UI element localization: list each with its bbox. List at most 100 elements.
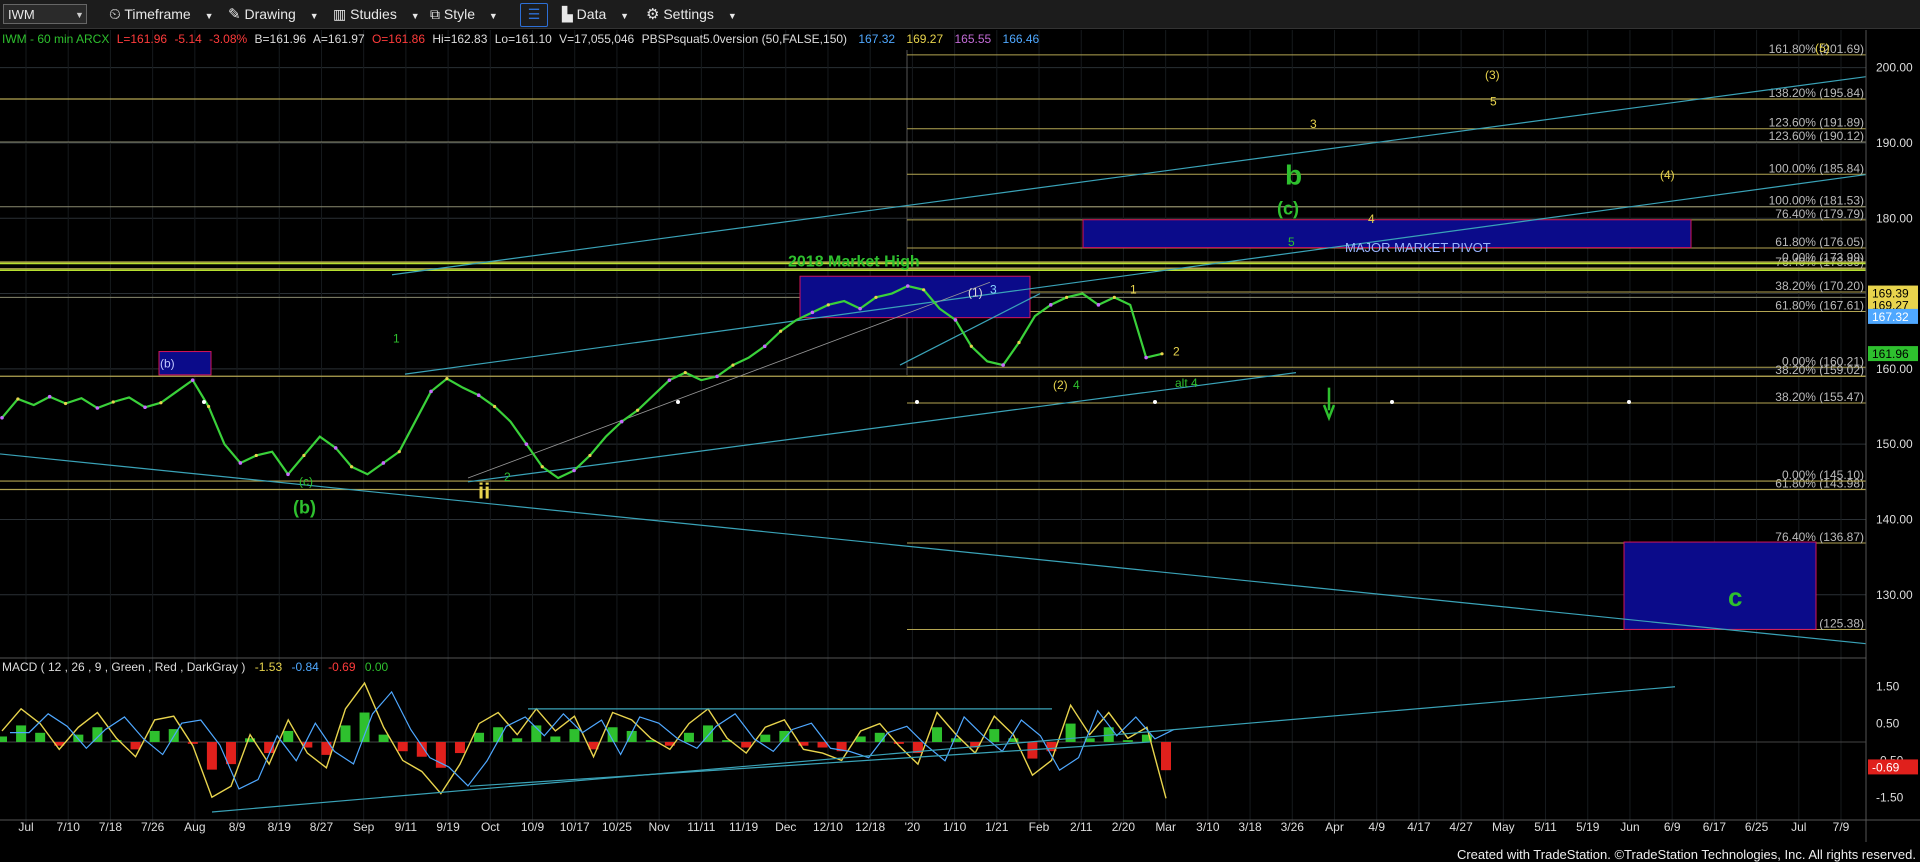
macd-y-tick: 0.50 <box>1876 717 1900 731</box>
x-tick-label: '20 <box>905 820 921 834</box>
info-bid: B=161.96 <box>255 32 307 46</box>
price-tick-mark <box>905 284 910 288</box>
info-study: PBSPsquat5.0version (50,FALSE,150) <box>642 32 847 46</box>
price-tick-mark <box>1017 340 1021 345</box>
zones <box>158 219 1817 630</box>
trendline <box>404 173 1867 375</box>
pivot-dot <box>1153 399 1157 404</box>
trendline <box>467 372 1297 483</box>
x-tick-label: 6/25 <box>1745 820 1769 834</box>
x-tick-label: 1/10 <box>943 820 967 834</box>
price-tick-mark <box>1065 295 1069 299</box>
macd-hist-bar <box>1122 740 1133 742</box>
label-wave-1: 1 <box>393 332 400 346</box>
price-tick-mark <box>826 303 830 307</box>
y-tick-label: 190.00 <box>1876 136 1913 150</box>
price-tick-mark <box>667 378 672 382</box>
x-tick-label: Oct <box>481 820 500 834</box>
x-tick-label: 4/17 <box>1407 820 1431 834</box>
fib-label: 76.40% (179.79) <box>1775 207 1864 221</box>
x-tick-label: 7/18 <box>99 820 123 834</box>
macd-hist-bar <box>0 736 7 742</box>
label-alt-4: alt 4 <box>1175 376 1198 390</box>
y-tick-label: 180.00 <box>1876 211 1913 225</box>
x-tick-label: 3/18 <box>1238 820 1262 834</box>
info-volume: V=17,055,046 <box>559 32 634 46</box>
macd-hist-bar <box>378 734 389 742</box>
trendline <box>0 453 1867 645</box>
fib-label: 61.80% (167.61) <box>1775 299 1864 313</box>
macd-hist-bar <box>454 742 465 754</box>
macd-hist-bar <box>874 732 885 742</box>
macd-hist-bar <box>569 729 580 742</box>
info-lo: Lo=161.10 <box>495 32 552 46</box>
label-wave-c-paren: (c) <box>1277 198 1299 218</box>
macd-hist-bar <box>283 730 294 742</box>
label-wave-5: 5 <box>1288 235 1295 249</box>
fib-label: 61.80% (143.98) <box>1775 476 1864 490</box>
price-tick-mark <box>143 405 147 410</box>
price-tick-mark <box>636 408 640 412</box>
macd-hist-bar <box>187 742 198 744</box>
price-tick-mark <box>159 401 163 405</box>
channel-line <box>467 281 991 479</box>
price-tick-mark <box>1160 352 1164 356</box>
x-tick-label: 6/17 <box>1703 820 1727 834</box>
price-tick-mark <box>333 446 338 450</box>
price-tick-mark <box>349 465 354 469</box>
x-tick-label: 2/20 <box>1112 820 1136 834</box>
fib-levels: 161.80% (201.69)138.20% (195.84)123.60% … <box>0 42 1866 631</box>
time-axis: Jul 7/10 7/18 7/26 Aug 8/9 8/19 8/27 Sep 9/11 9/19… <box>0 657 1920 834</box>
pivot-dot <box>915 399 919 404</box>
info-hi: Hi=162.83 <box>432 32 487 46</box>
x-tick-label: Apr <box>1325 820 1344 834</box>
fib-label: 123.60% (191.89) <box>1769 116 1864 130</box>
price-chart[interactable]: 161.80% (201.69)138.20% (195.84)123.60% … <box>0 0 1920 862</box>
x-tick-label: Dec <box>775 820 796 834</box>
x-tick-label: Sep <box>353 820 375 834</box>
x-tick-label: 3/10 <box>1196 820 1220 834</box>
x-tick-label: 9/11 <box>395 820 418 834</box>
price-tick-mark <box>969 344 973 348</box>
wave-annotations: 2018 Market High MAJOR MARKET PIVOT b (c) (b… <box>160 41 1830 612</box>
label-wave-p2: (2) <box>1053 378 1068 392</box>
macd-hist-bar <box>340 725 351 742</box>
macd-trendline <box>469 741 1151 787</box>
label-wave-5y: 5 <box>1490 94 1497 108</box>
fib-label: 100.00% (181.53) <box>1769 194 1864 208</box>
x-tick-label: 3/26 <box>1281 820 1305 834</box>
info-v2: 169.27 <box>906 32 943 46</box>
x-tick-label: 12/18 <box>855 820 885 834</box>
x-tick-label: 11/11 <box>687 820 716 834</box>
label-wave-p3: (3) <box>1485 68 1500 82</box>
x-tick-label: 8/27 <box>310 820 334 834</box>
trendlines <box>0 76 1867 645</box>
price-tick-mark <box>858 306 862 311</box>
fib-label: 123.60% (190.12) <box>1769 129 1864 143</box>
info-v4: 166.46 <box>1003 32 1040 46</box>
label-wave-3y: 3 <box>1310 117 1317 131</box>
x-tick-label: 8/9 <box>229 820 246 834</box>
label-wave-1b: 1 <box>1130 283 1137 297</box>
y-tick-label: 150.00 <box>1876 437 1913 451</box>
x-tick-label: Mar <box>1155 820 1176 834</box>
x-tick-label: 10/17 <box>560 820 590 834</box>
price-tick-mark <box>715 374 719 379</box>
price-tick-mark <box>445 377 449 381</box>
label-wave-ii: ii <box>478 478 490 503</box>
info-last: L=161.96 <box>117 32 168 46</box>
x-tick-label: Nov <box>648 820 669 834</box>
price-tick-mark <box>47 394 52 399</box>
x-tick-label: 10/25 <box>602 820 632 834</box>
label-wave-c-small: (c) <box>299 475 313 489</box>
label-wave-p4: (4) <box>1660 168 1675 182</box>
pivot-dot <box>1627 399 1631 404</box>
macd-v1: -1.53 <box>255 660 283 674</box>
macd-hist-bar <box>225 742 236 765</box>
macd-hist-bar <box>932 727 943 742</box>
x-tick-label: Jul <box>1791 820 1806 834</box>
price-tick-mark <box>286 472 290 477</box>
label-wave-b-small: (b) <box>160 356 175 370</box>
label-wave-p1: (1) <box>968 286 983 300</box>
price-tick-mark <box>810 310 815 315</box>
